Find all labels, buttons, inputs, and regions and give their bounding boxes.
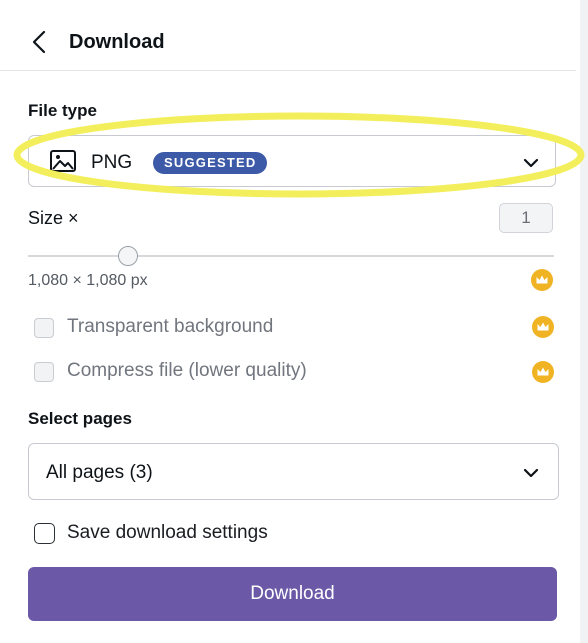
compress-file-label: Compress file (lower quality) (67, 360, 307, 381)
pages-select[interactable]: All pages (3) (28, 443, 559, 500)
file-type-select[interactable]: PNG SUGGESTED (28, 135, 556, 187)
crown-icon (531, 269, 553, 291)
scrollbar-track[interactable] (580, 0, 588, 643)
select-pages-label: Select pages (28, 409, 132, 428)
panel-header: Download (0, 0, 576, 71)
panel-title: Download (69, 31, 165, 53)
image-icon (50, 150, 76, 172)
download-button[interactable]: Download (28, 567, 557, 621)
suggested-badge: SUGGESTED (153, 152, 268, 174)
crown-icon (532, 361, 554, 383)
file-type-value: PNG (91, 152, 133, 173)
save-download-settings-label: Save download settings (67, 522, 268, 543)
transparent-background-label: Transparent background (67, 316, 274, 337)
crown-icon (532, 316, 554, 338)
size-label: Size × (28, 208, 79, 228)
chevron-down-icon (523, 468, 539, 478)
file-type-label: File type (28, 101, 97, 120)
dimensions-text: 1,080 × 1,080 px (28, 272, 148, 289)
transparent-background-checkbox[interactable] (34, 318, 54, 338)
compress-file-checkbox[interactable] (34, 362, 54, 382)
size-slider-thumb[interactable] (118, 246, 138, 266)
pages-select-value: All pages (3) (46, 462, 153, 483)
save-download-settings-checkbox[interactable] (34, 523, 55, 544)
size-slider-track[interactable] (28, 255, 554, 257)
chevron-left-icon[interactable] (30, 29, 50, 55)
chevron-down-icon (523, 158, 539, 168)
size-input[interactable]: 1 (499, 203, 553, 233)
